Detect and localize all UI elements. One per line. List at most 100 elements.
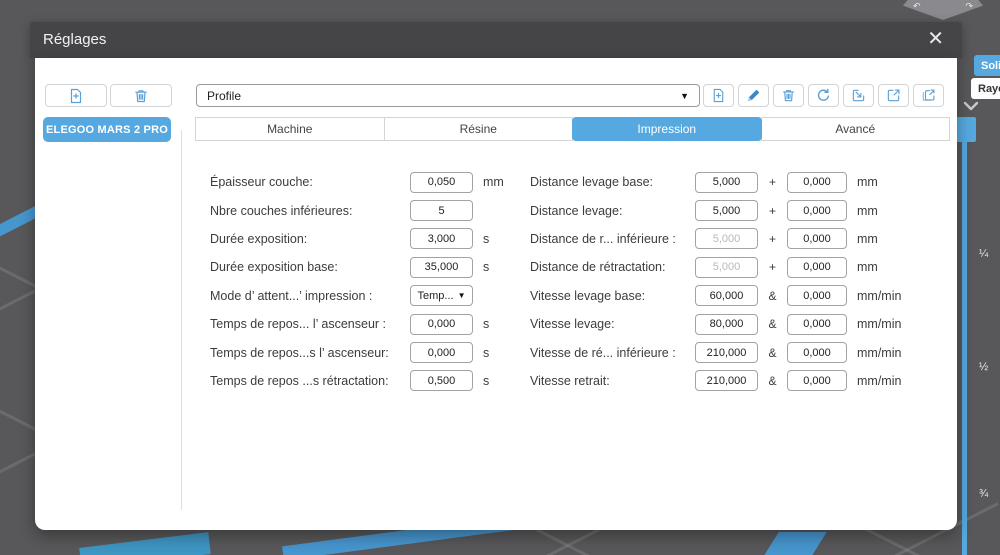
- value-input[interactable]: 0,000 ▼: [410, 313, 473, 335]
- layer-slider-track[interactable]: [962, 140, 967, 555]
- value-input-secondary[interactable]: 0,000: [787, 313, 847, 335]
- operator-label: &: [768, 317, 777, 332]
- value-input[interactable]: Temp... ▼: [410, 285, 473, 307]
- form-row: Temps de repos ...s rétractation: 0,500 …: [210, 367, 504, 395]
- operator-label: &: [768, 373, 777, 388]
- value-input-secondary[interactable]: 0,000: [787, 370, 847, 392]
- delete-profile-button[interactable]: [773, 84, 804, 107]
- field-label: Vitesse levage base:: [530, 288, 646, 303]
- form-row: Temps de repos... l’ ascenseur : 0,000 ▼…: [210, 310, 504, 338]
- unit-label: s: [483, 373, 490, 388]
- value-input-primary[interactable]: 5,000: [695, 256, 758, 278]
- value-input-primary[interactable]: 80,000: [695, 313, 758, 335]
- value-input-secondary[interactable]: 0,000: [787, 256, 847, 278]
- delete-printer-button[interactable]: [110, 84, 172, 107]
- value-text: 80,000: [709, 318, 744, 331]
- chevron-down-icon: ▼: [457, 291, 466, 301]
- value-text: 0,000: [803, 261, 831, 274]
- view-cube[interactable]: ↶ ↷: [903, 0, 983, 20]
- view-mode-xray-button[interactable]: Rayo: [971, 78, 1000, 99]
- value-text: 0,000: [427, 346, 456, 359]
- value-input[interactable]: 35,000 ▼: [410, 256, 473, 278]
- rotate-left-icon[interactable]: ↶: [913, 1, 921, 12]
- add-printer-button[interactable]: [45, 84, 107, 107]
- value-input[interactable]: 0,000 ▼: [410, 342, 473, 364]
- unit-label: mm/min: [857, 288, 902, 303]
- import-icon: [851, 88, 866, 103]
- value-text: 0,500: [427, 374, 456, 387]
- chevron-down-icon[interactable]: [962, 100, 980, 112]
- form-row: Distance de r... inférieure : 5,000 + 0,…: [530, 225, 901, 253]
- operator-label: &: [768, 345, 777, 360]
- value-text: 0,050: [427, 176, 456, 189]
- field-label: Distance de r... inférieure :: [530, 231, 676, 246]
- pencil-icon: [746, 88, 761, 103]
- export-all-icon: [921, 88, 936, 103]
- unit-label: mm/min: [857, 373, 902, 388]
- form-row: Vitesse de ré... inférieure : 210,000 & …: [530, 338, 901, 366]
- form-row: Vitesse retrait: 210,000 & 0,000 mm/min: [530, 367, 901, 395]
- dialog-titlebar[interactable]: Réglages ✕: [30, 22, 962, 58]
- view-mode-solid-button[interactable]: Solid: [974, 55, 1000, 76]
- value-input-secondary[interactable]: 0,000: [787, 228, 847, 250]
- value-input-primary[interactable]: 210,000: [695, 370, 758, 392]
- field-label: Mode d’ attent...’ impression :: [210, 288, 373, 303]
- value-text: 210,000: [706, 374, 747, 387]
- trash-icon: [781, 88, 796, 103]
- export-all-profiles-button[interactable]: [913, 84, 944, 107]
- value-text: Temp...: [417, 289, 454, 302]
- value-input-primary[interactable]: 5,000: [695, 228, 758, 250]
- value-input-secondary[interactable]: 0,000: [787, 200, 847, 222]
- bg-blue-stripe: [79, 532, 211, 555]
- form-row: Épaisseur couche: 0,050 ▼ mm: [210, 168, 504, 196]
- profile-dropdown-value: Profile: [207, 88, 242, 103]
- value-text: 210,000: [706, 346, 747, 359]
- edit-profile-button[interactable]: [738, 84, 769, 107]
- value-input-secondary[interactable]: 0,000: [787, 342, 847, 364]
- value-input[interactable]: 0,050 ▼: [410, 171, 473, 193]
- tab-label: Machine: [267, 122, 313, 136]
- operator-label: +: [768, 175, 776, 190]
- operator-label: +: [768, 231, 776, 246]
- layer-slider-handle[interactable]: [956, 117, 976, 142]
- field-label: Durée exposition base:: [210, 260, 338, 275]
- field-label: Distance de rétractation:: [530, 260, 666, 275]
- tab[interactable]: Avancé: [760, 117, 950, 141]
- unit-label: mm: [857, 231, 878, 246]
- tab-label: Résine: [459, 122, 497, 136]
- value-input-primary[interactable]: 5,000: [695, 171, 758, 193]
- field-label: Durée exposition:: [210, 231, 308, 246]
- value-text: 0,000: [803, 318, 831, 331]
- value-input-primary[interactable]: 210,000: [695, 342, 758, 364]
- refresh-profile-button[interactable]: [808, 84, 839, 107]
- tab[interactable]: Impression: [572, 117, 762, 141]
- value-text: 5,000: [712, 232, 741, 245]
- close-icon[interactable]: ✕: [927, 22, 944, 56]
- field-label: Vitesse levage:: [530, 317, 615, 332]
- tab[interactable]: Machine: [195, 117, 385, 141]
- import-profile-button[interactable]: [843, 84, 874, 107]
- value-input-secondary[interactable]: 0,000: [787, 285, 847, 307]
- printer-profile-button[interactable]: ELEGOO MARS 2 PRO: [43, 117, 171, 142]
- value-input[interactable]: 5 ▼: [410, 200, 473, 222]
- rotate-right-icon[interactable]: ↷: [965, 1, 973, 12]
- profile-dropdown[interactable]: Profile ▼: [196, 84, 700, 107]
- tab[interactable]: Résine: [383, 117, 573, 141]
- form-row: Temps de repos...s l’ ascenseur: 0,000 ▼…: [210, 338, 504, 366]
- value-input[interactable]: 0,500 ▼: [410, 370, 473, 392]
- value-text: 5,000: [712, 261, 741, 274]
- value-input[interactable]: 3,000 ▼: [410, 228, 473, 250]
- value-input-secondary[interactable]: 0,000: [787, 171, 847, 193]
- tab-label: Impression: [637, 122, 697, 136]
- field-label: Vitesse retrait:: [530, 373, 610, 388]
- value-input-primary[interactable]: 60,000: [695, 285, 758, 307]
- form-row: Vitesse levage base: 60,000 & 0,000 mm/m…: [530, 282, 901, 310]
- value-text: 0,000: [803, 346, 831, 359]
- slider-tick-label: ¾: [979, 488, 989, 500]
- unit-label: mm: [857, 203, 878, 218]
- field-label: Nbre couches inférieures:: [210, 203, 353, 218]
- export-profile-button[interactable]: [878, 84, 909, 107]
- unit-label: s: [483, 231, 490, 246]
- value-input-primary[interactable]: 5,000: [695, 200, 758, 222]
- new-profile-button[interactable]: [703, 84, 734, 107]
